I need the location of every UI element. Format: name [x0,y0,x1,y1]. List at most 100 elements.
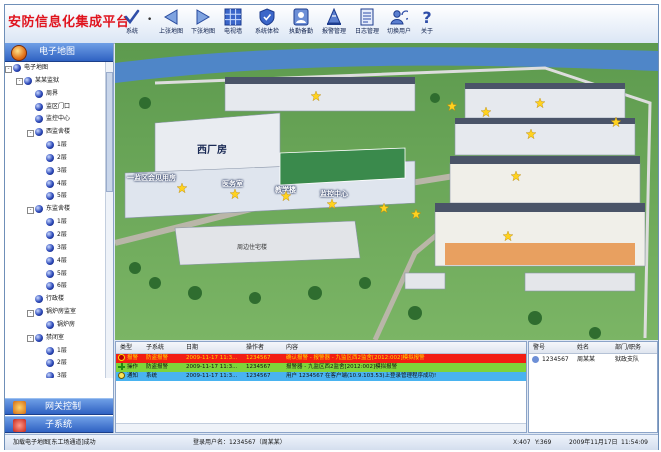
electronic-map[interactable]: 西厂房 一监区会见用房 医务室 教学楼 监控中心 周边住宅楼 [115,43,658,340]
tree-item-label: 行政楼 [46,295,65,303]
tab-subsystem[interactable]: 子系统 [5,416,113,433]
tree-expander-icon[interactable]: - [27,309,34,317]
tree-expander-icon[interactable]: - [27,206,34,214]
alarm-point-star-icon[interactable] [327,199,337,209]
status-time: 11:54:09 [621,439,648,446]
prev-map-button[interactable]: 上张地图 [155,8,187,42]
info-icon [118,372,125,379]
log-manage-button[interactable]: 日志管理 [351,8,383,42]
checkmark-icon [124,9,140,25]
alarm-point-star-icon[interactable] [511,171,521,181]
alarm-point-star-icon[interactable] [611,117,621,127]
tree-item[interactable]: 行政楼 [5,293,105,306]
map-label-west-factory[interactable]: 西厂房 [197,141,227,156]
tree-item[interactable]: 6层 [5,280,105,293]
about-button[interactable]: ? 关于 [415,8,439,42]
alarm-point-star-icon[interactable] [481,107,491,117]
alarm-icon [118,354,125,361]
tree-node-icon [46,243,54,252]
system-check-button[interactable]: 系统体检 [251,8,283,42]
table-row[interactable]: 通知 系统 2009-11-17 11:3... 1234567 用户 1234… [116,372,526,381]
tree-item-label: 2层 [57,230,67,238]
tree-item[interactable]: 2层 [5,357,105,370]
tree-item[interactable]: 5层 [5,190,105,203]
table-row[interactable]: 报警 防盗报警 2009-11-17 11:3... 1234567 确认报警 … [116,354,526,363]
tree-expander-icon[interactable]: - [27,335,34,343]
tree-item-label: 6层 [57,282,67,290]
tree-item[interactable]: - 东监舍楼 [5,203,105,216]
map-label-visit-room[interactable]: 一监区会见用房 [127,173,176,183]
tree-node-icon [46,320,54,329]
tree-item[interactable]: - 某某监狱 [5,75,105,88]
tree-item[interactable]: 2层 [5,229,105,242]
map-label-clinic[interactable]: 医务室 [222,179,243,189]
tree-scrollbar-thumb[interactable] [106,72,113,192]
tree-item[interactable]: 2层 [5,152,105,165]
alarm-point-star-icon[interactable] [230,189,240,199]
alarm-point-star-icon[interactable] [379,203,389,213]
tree-item-label: 锅炉房监室 [46,308,77,316]
tree-item-label: 禁闭室 [46,333,65,341]
table-row[interactable]: 1234567 周某某 狱政支队 [529,354,657,365]
alarm-cone-icon [327,8,341,25]
tree-item[interactable]: 3层 [5,370,105,378]
tree-scrollbar[interactable] [105,62,113,378]
map-aerial-image [115,43,658,340]
tree-item-label: 1层 [57,346,67,354]
tree-item-label: 西监舍楼 [46,128,71,136]
tree-item[interactable]: 1层 [5,139,105,152]
alarm-point-star-icon[interactable] [281,191,291,201]
map-tree: - 电子地图 - 某某监狱 周界 监区门口 监控中心 - 西监舍楼 1层 2层 3层 4层 5层 - 东监舍楼… [5,62,105,378]
alarm-point-star-icon[interactable] [311,91,321,101]
alarm-point-star-icon[interactable] [177,183,187,193]
tree-node-icon [35,128,43,137]
tv-wall-button[interactable]: 电视墙 [219,8,247,42]
tree-item[interactable]: 1层 [5,345,105,358]
tab-gateway-control[interactable]: 网关控制 [5,398,113,415]
alarm-point-star-icon[interactable] [503,231,513,241]
alarm-point-star-icon[interactable] [535,98,545,108]
map-label-residential[interactable]: 周边住宅楼 [237,242,267,251]
tree-expander-icon[interactable]: - [5,65,12,73]
tree-item[interactable]: 周界 [5,88,105,101]
status-date: 2009年11月17日 [569,439,618,446]
alarm-manage-button[interactable]: 报警管理 [318,8,350,42]
tree-item[interactable]: 4层 [5,178,105,191]
tree-item-label: 监区门口 [46,102,71,110]
tree-item[interactable]: 锅炉房 [5,319,105,332]
tree-item[interactable]: 1层 [5,216,105,229]
tree-item[interactable]: 监控中心 [5,113,105,126]
tree-item[interactable]: - 西监舍楼 [5,126,105,139]
tree-node-icon [13,64,21,72]
tree-item-label: 3层 [57,372,67,378]
tree-item[interactable]: - 禁闭室 [5,332,105,345]
next-map-button[interactable]: 下张地图 [187,8,219,42]
tree-item[interactable]: 3层 [5,165,105,178]
tree-item[interactable]: - 电子地图 [5,62,105,75]
subsystem-icon [13,419,26,432]
duty-table-header: 警号 姓名 部门/职务 [529,342,657,354]
tree-expander-icon[interactable]: - [27,129,34,137]
alarm-point-star-icon[interactable] [526,129,536,139]
tree-item-label: 东监舍楼 [46,205,71,213]
system-button[interactable]: 系统 [120,8,144,42]
emap-panel-header[interactable]: 电子地图 [5,43,113,62]
svg-text:?: ? [422,8,431,26]
alarm-table-header: 类型 子系统 日期 操作者 内容 [116,342,526,354]
tree-item-label: 4层 [57,179,67,187]
tree-item[interactable]: - 锅炉房监室 [5,306,105,319]
alarm-point-star-icon[interactable] [447,101,457,111]
alarm-table-scrollbar[interactable] [116,423,526,432]
switch-user-button[interactable]: 切换用户 [383,8,415,42]
table-row[interactable]: 操作 防盗报警 2009-11-17 11:3... 1234567 报警器 -… [116,363,526,372]
switch-user-icon [390,10,408,25]
tree-item[interactable]: 监区门口 [5,101,105,114]
tree-item[interactable]: 4层 [5,255,105,268]
gateway-icon [13,401,26,414]
duty-button[interactable]: 执勤备勤 [286,8,316,42]
tree-expander-icon[interactable]: - [16,78,23,86]
alarm-point-star-icon[interactable] [411,209,421,219]
map-label-monitor-center[interactable]: 监控中心 [320,189,348,199]
tree-item[interactable]: 5层 [5,268,105,281]
tree-item[interactable]: 3层 [5,242,105,255]
